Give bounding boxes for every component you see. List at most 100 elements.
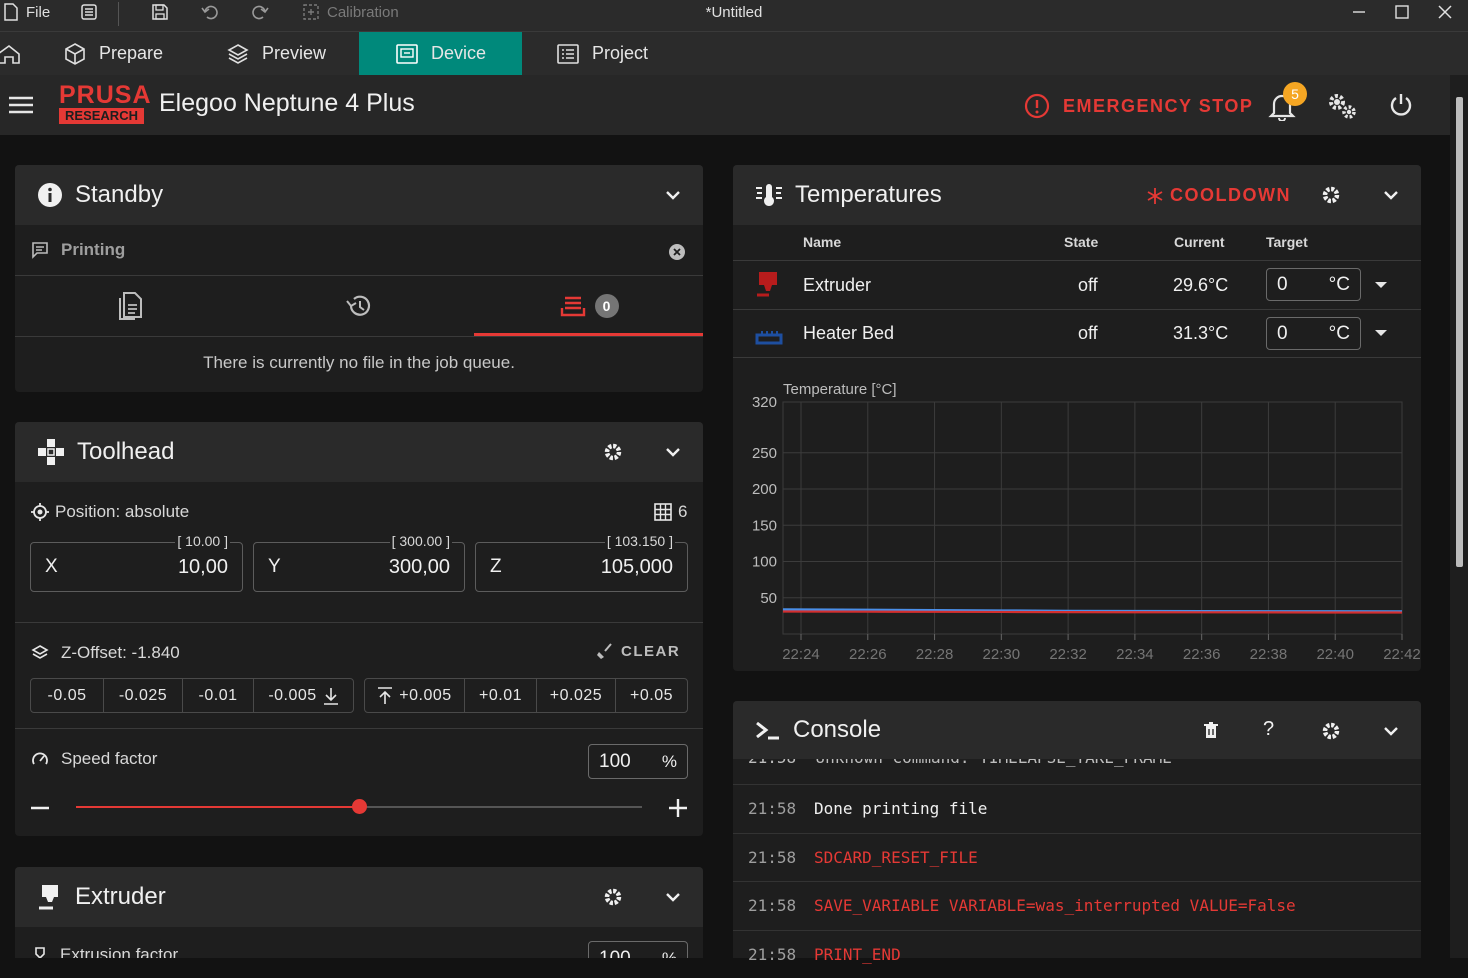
speed-factor-input[interactable]: 100 % — [588, 744, 688, 779]
chart-x-tick-label: 22:42 — [1383, 646, 1421, 663]
redo-button[interactable] — [250, 0, 270, 24]
clear-printing-button[interactable] — [668, 243, 686, 261]
tab-preview[interactable]: Preview — [226, 32, 356, 75]
col-state-header: State — [1064, 234, 1099, 250]
toolhead-collapse-button[interactable] — [663, 442, 683, 462]
extruder-target-unit: °C — [1328, 273, 1350, 295]
temperatures-collapse-button[interactable] — [1381, 185, 1401, 205]
x-position-field[interactable]: X [ 10.00 ] 10,00 — [30, 533, 243, 592]
snowflake-icon — [1147, 187, 1163, 204]
zoffset-button-label: +0.005 — [399, 686, 452, 704]
extruder-card-header: Extruder — [15, 867, 703, 927]
speed-factor-row: Speed factor — [31, 749, 157, 769]
close-button[interactable] — [1424, 0, 1466, 24]
tab-project[interactable]: Project — [556, 32, 696, 75]
extruder-settings-button[interactable] — [603, 887, 623, 907]
maximize-button[interactable] — [1381, 0, 1423, 24]
hamburger-icon — [9, 96, 33, 114]
zoffset-plus-0.005-button[interactable]: +0.005 — [364, 678, 465, 713]
console-clear-button[interactable] — [1203, 721, 1219, 739]
console-settings-button[interactable] — [1321, 721, 1341, 741]
power-button[interactable] — [1388, 92, 1414, 118]
undo-button[interactable] — [200, 0, 220, 24]
zoffset-minus-0.005-button[interactable]: -0.005 — [253, 678, 354, 713]
tab-history[interactable] — [244, 276, 473, 336]
tab-prepare[interactable]: Prepare — [63, 32, 203, 75]
cooldown-button[interactable]: COOLDOWN — [1146, 185, 1291, 206]
layers-icon — [31, 645, 49, 659]
zoffset-label: Z-Offset: -1.840 — [61, 643, 180, 662]
speed-decrease-button[interactable] — [30, 798, 50, 818]
chart-x-tick-label: 22:26 — [849, 646, 887, 663]
minimize-button[interactable] — [1338, 0, 1380, 24]
console-collapse-button[interactable] — [1381, 721, 1401, 741]
tab-files[interactable] — [15, 276, 244, 336]
temperatures-settings-button[interactable] — [1321, 185, 1341, 205]
console-help-button[interactable]: ? — [1263, 718, 1274, 741]
zoffset-button-label: -0.05 — [47, 686, 87, 704]
settings-button[interactable] — [1326, 91, 1358, 121]
file-menu[interactable]: File — [2, 0, 50, 24]
chart-x-tick-label: 22:36 — [1183, 646, 1221, 663]
emergency-stop-button[interactable]: EMERGENCY STOP — [1024, 93, 1253, 119]
zoffset-clear-button[interactable]: CLEAR — [596, 643, 680, 660]
heater-bed-state: off — [1078, 323, 1098, 343]
extruder-collapse-button[interactable] — [663, 887, 683, 907]
tab-project-label: Project — [592, 43, 649, 63]
toolhead-settings-button[interactable] — [603, 442, 623, 462]
extruder-card: Extruder Extrusion factor 100 % — [15, 867, 703, 958]
z-position-field[interactable]: Z [ 103.150 ] 105,000 — [475, 533, 688, 592]
zoffset-minus-0.025-button[interactable]: -0.025 — [103, 678, 183, 713]
console-line-text[interactable]: SAVE_VARIABLE VARIABLE=was_interrupted V… — [814, 896, 1296, 915]
zoffset-plus-0.05-button[interactable]: +0.05 — [615, 678, 688, 713]
console-line-time: 21:58 — [748, 799, 797, 818]
project-icon — [557, 43, 579, 64]
trash-icon — [1204, 722, 1218, 738]
status-collapse-button[interactable] — [663, 185, 683, 205]
zoffset-plus-0.01-button[interactable]: +0.01 — [464, 678, 537, 713]
console-line-text[interactable]: PRINT_END — [814, 945, 901, 964]
heater-bed-target-unit: °C — [1328, 322, 1350, 344]
calibration-button[interactable]: Calibration — [302, 0, 399, 24]
minus-icon — [31, 806, 49, 810]
z-axis-label: Z — [490, 556, 502, 577]
zoffset-minus-0.05-button[interactable]: -0.05 — [30, 678, 104, 713]
scrollbar-thumb[interactable] — [1456, 97, 1463, 567]
tab-device[interactable]: Device — [359, 32, 522, 75]
y-position-field[interactable]: Y [ 300.00 ] 300,00 — [253, 533, 465, 592]
calibration-icon — [303, 4, 319, 20]
toolhead-divider-2 — [15, 728, 703, 729]
chart-y-ticks: 50 100 150 200 250 320 — [752, 394, 777, 607]
chart-x-tick-label: 22:30 — [983, 646, 1021, 663]
save-icon — [152, 4, 168, 20]
page-scrollbar[interactable] — [1450, 75, 1468, 958]
printer-nozzle-icon — [39, 885, 58, 910]
chart-frame — [782, 401, 1403, 635]
logo-top-text: PRUSA — [59, 81, 152, 109]
menu-list-button[interactable] — [80, 0, 98, 24]
x-axis-label: X — [45, 556, 58, 577]
tab-job-queue[interactable]: 0 — [474, 276, 703, 336]
tab-home[interactable] — [0, 32, 24, 75]
speed-increase-button[interactable] — [668, 798, 688, 818]
save-button[interactable] — [151, 0, 169, 24]
heater-bed-target-input[interactable]: 0 °C — [1266, 317, 1361, 350]
speed-slider-track[interactable] — [76, 799, 642, 814]
extruder-target-input[interactable]: 0 °C — [1266, 268, 1361, 301]
nav-menu-button[interactable] — [8, 95, 34, 115]
heater-bed-target-presets-button[interactable] — [1374, 329, 1388, 337]
console-line-text[interactable]: SDCARD_RESET_FILE — [814, 848, 978, 867]
grid-selector[interactable]: 6 — [654, 502, 687, 522]
chart-y-tick-label: 50 — [760, 590, 777, 607]
extrusion-factor-input[interactable]: 100 % — [588, 941, 688, 958]
extrusion-factor-row: Extrusion factor — [32, 945, 178, 958]
chevron-down-icon — [1384, 191, 1398, 200]
speed-slider-thumb[interactable] — [352, 799, 367, 814]
zoffset-minus-0.01-button[interactable]: -0.01 — [182, 678, 254, 713]
printing-subheader: Printing — [31, 240, 125, 260]
close-icon — [1438, 5, 1452, 19]
extruder-target-presets-button[interactable] — [1374, 281, 1388, 289]
zoffset-plus-0.025-button[interactable]: +0.025 — [536, 678, 616, 713]
calibration-label: Calibration — [327, 3, 399, 21]
console-line-time: 21:58 — [748, 945, 797, 964]
